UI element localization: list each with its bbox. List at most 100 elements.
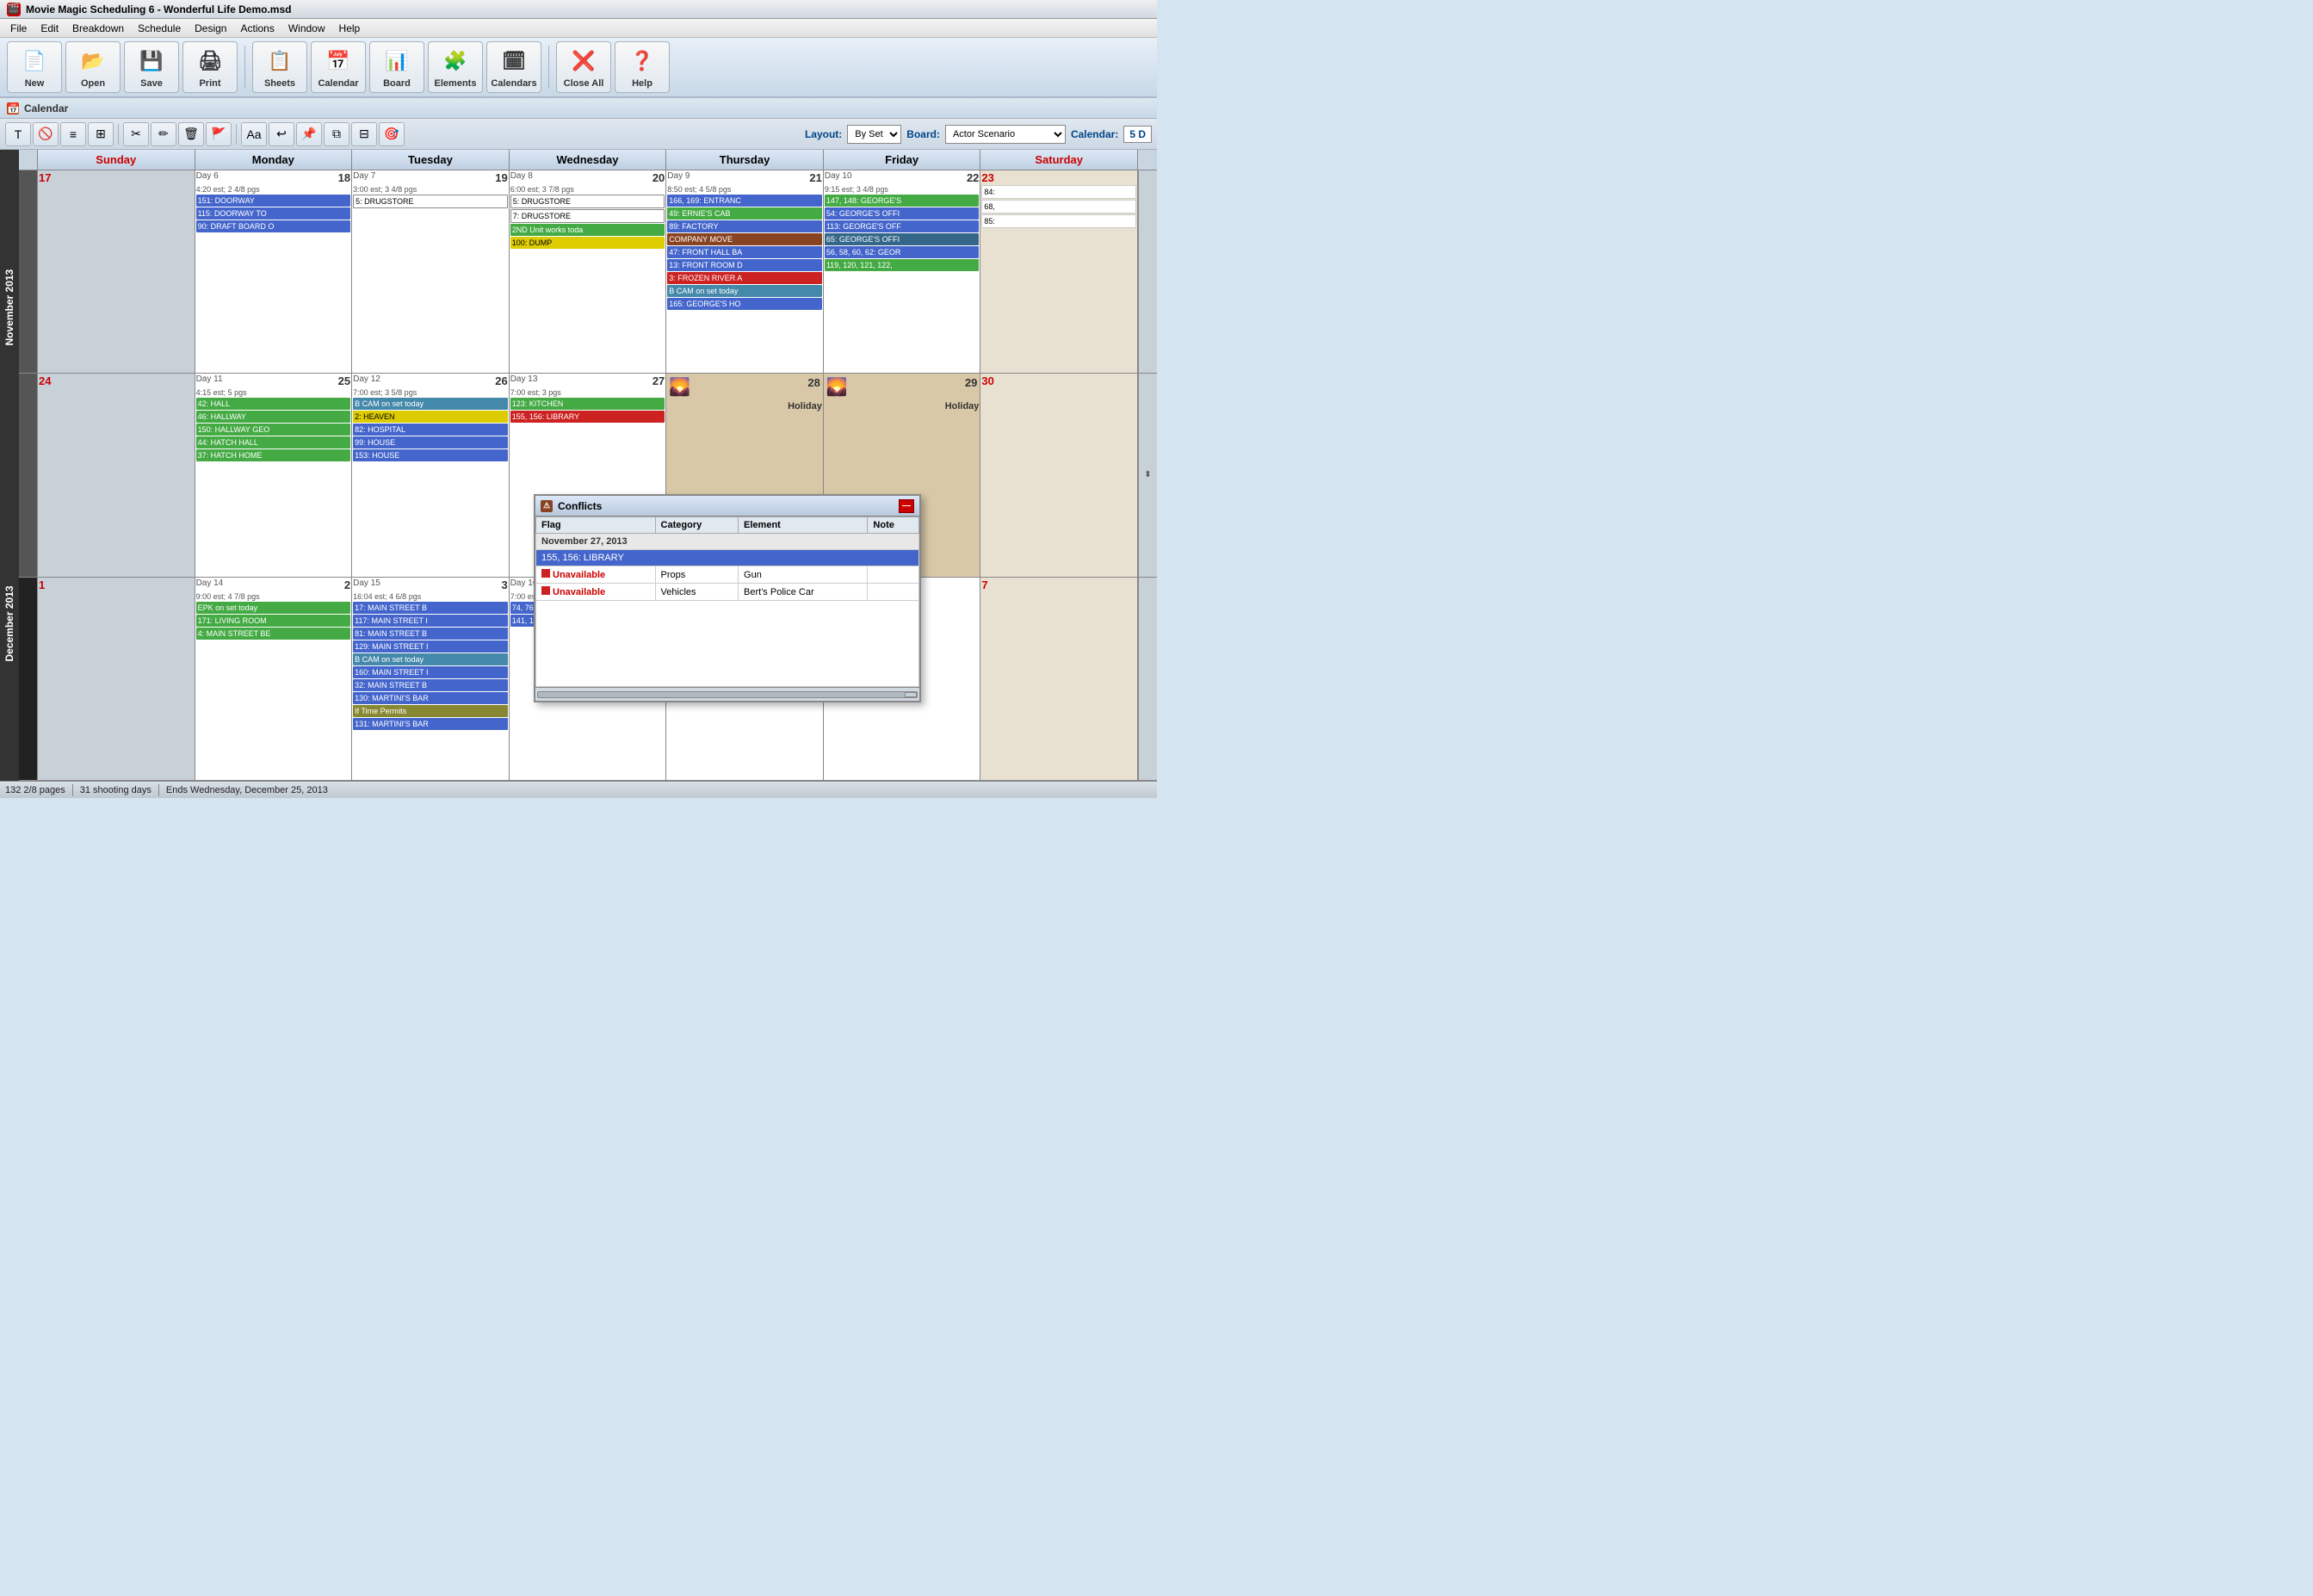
event[interactable]: 3: FROZEN RIVER A <box>667 272 822 284</box>
menu-edit[interactable]: Edit <box>34 21 65 36</box>
day-nov-17[interactable]: 17 <box>38 170 195 373</box>
conflicts-close-button[interactable]: — <box>899 499 914 513</box>
event[interactable]: B CAM on set today <box>667 285 822 297</box>
event[interactable]: 13: FRONT ROOM D <box>667 259 822 271</box>
event[interactable]: 119, 120, 121, 122, <box>825 259 980 271</box>
event[interactable]: 56, 58, 60, 62: GEOR <box>825 246 980 258</box>
event[interactable]: 166, 169: ENTRANC <box>667 195 822 207</box>
event[interactable]: 46: HALLWAY <box>196 411 351 423</box>
event[interactable]: 65: GEORGE'S OFFI <box>825 233 980 245</box>
day-nov-22[interactable]: Day 10 22 9:15 est; 3 4/8 pgs 147, 148: … <box>824 170 981 373</box>
board-button[interactable]: 📊 Board <box>369 41 424 93</box>
event[interactable]: 42: HALL <box>196 398 351 410</box>
conflict-row-2[interactable]: Unavailable Vehicles Bert's Police Car <box>536 584 919 601</box>
event[interactable]: 17: MAIN STREET B <box>353 602 508 614</box>
event[interactable]: 32: MAIN STREET B <box>353 679 508 691</box>
menu-help[interactable]: Help <box>332 21 368 36</box>
event[interactable]: 151: DOORWAY <box>196 195 351 207</box>
help-button[interactable]: ❓ Help <box>615 41 670 93</box>
board-select[interactable]: Actor Scenario <box>945 125 1066 144</box>
day-nov-30[interactable]: 30 <box>980 374 1138 576</box>
event[interactable]: 47: FRONT HALL BA <box>667 246 822 258</box>
menu-window[interactable]: Window <box>281 21 332 36</box>
scissors-button[interactable]: ✂ <box>123 122 149 146</box>
event[interactable]: If Time Permits <box>353 705 508 717</box>
day-nov-21[interactable]: Day 9 21 8:50 est; 4 5/8 pgs 166, 169: E… <box>666 170 824 373</box>
event[interactable]: 147, 148: GEORGE'S <box>825 195 980 207</box>
event[interactable]: 7: DRUGSTORE <box>510 209 665 223</box>
flag-button[interactable]: 🚩 <box>206 122 232 146</box>
event[interactable]: 115: DOORWAY TO <box>196 207 351 220</box>
event[interactable]: 129: MAIN STREET I <box>353 640 508 653</box>
event[interactable]: 155, 156: LIBRARY <box>510 411 665 423</box>
copy-button[interactable]: ⧉ <box>324 122 349 146</box>
save-button[interactable]: 💾 Save <box>124 41 179 93</box>
menu-design[interactable]: Design <box>188 21 233 36</box>
event[interactable]: B CAM on set today <box>353 398 508 410</box>
sort-button[interactable]: Aa <box>241 122 267 146</box>
event[interactable]: 100: DUMP <box>510 237 665 249</box>
day-nov-19[interactable]: Day 7 19 3:00 est; 3 4/8 pgs 5: DRUGSTOR… <box>352 170 510 373</box>
scene-button[interactable]: ≡ <box>60 122 86 146</box>
menu-actions[interactable]: Actions <box>233 21 281 36</box>
conflicts-highlight-row[interactable]: 155, 156: LIBRARY <box>536 550 919 566</box>
layout-select[interactable]: By Set <box>847 125 901 144</box>
event[interactable]: 54: GEORGE'S OFFI <box>825 207 980 220</box>
back-button[interactable]: ↩ <box>269 122 294 146</box>
edit-button[interactable]: ✏ <box>151 122 176 146</box>
delete-button[interactable]: 🗑 <box>178 122 204 146</box>
pin-button[interactable]: 📌 <box>296 122 322 146</box>
event[interactable]: 5: DRUGSTORE <box>510 195 665 208</box>
event[interactable]: COMPANY MOVE <box>667 233 822 245</box>
event[interactable]: B CAM on set today <box>353 653 508 665</box>
event[interactable]: 37: HATCH HOME <box>196 449 351 461</box>
event[interactable]: 5: DRUGSTORE <box>353 195 508 208</box>
event[interactable]: 117: MAIN STREET I <box>353 615 508 627</box>
event[interactable]: 89: FACTORY <box>667 220 822 232</box>
day-nov-26[interactable]: Day 12 26 7:00 est; 3 5/8 pgs B CAM on s… <box>352 374 510 576</box>
no-button[interactable]: 🚫 <box>33 122 59 146</box>
event[interactable]: 49: ERNIE'S CAB <box>667 207 822 220</box>
open-button[interactable]: 📂 Open <box>65 41 121 93</box>
event[interactable]: 90: DRAFT BOARD O <box>196 220 351 232</box>
event[interactable]: 81: MAIN STREET B <box>353 628 508 640</box>
day-nov-18[interactable]: Day 6 18 4:20 est; 2 4/8 pgs 151: DOORWA… <box>195 170 353 373</box>
event[interactable]: 2ND Unit works toda <box>510 224 665 236</box>
target-button[interactable]: 🎯 <box>379 122 405 146</box>
day-dec-7[interactable]: 7 <box>980 578 1138 780</box>
calendar-button[interactable]: 📅 Calendar <box>311 41 366 93</box>
calendars-button[interactable]: 🗓 Calendars <box>486 41 541 93</box>
day-dec-2[interactable]: Day 14 2 9:00 est; 4 7/8 pgs EPK on set … <box>195 578 353 780</box>
breakdown-button[interactable]: ⊞ <box>88 122 114 146</box>
menu-breakdown[interactable]: Breakdown <box>65 21 131 36</box>
day-nov-23[interactable]: 23 84: 68, 85: <box>980 170 1138 373</box>
text-format-button[interactable]: T <box>5 122 31 146</box>
day-dec-1[interactable]: 1 <box>38 578 195 780</box>
event[interactable]: 123: KITCHEN <box>510 398 665 410</box>
sheets-button[interactable]: 📋 Sheets <box>252 41 307 93</box>
event[interactable]: 4: MAIN STREET BE <box>196 628 351 640</box>
new-button[interactable]: 📄 New <box>7 41 62 93</box>
event[interactable]: 171: LIVING ROOM <box>196 615 351 627</box>
elements-button[interactable]: 🧩 Elements <box>428 41 483 93</box>
event[interactable]: 153: HOUSE <box>353 449 508 461</box>
event[interactable]: 165: GEORGE'S HO <box>667 298 822 310</box>
grid-button[interactable]: ⊟ <box>351 122 377 146</box>
event[interactable]: 2: HEAVEN <box>353 411 508 423</box>
event[interactable]: 82: HOSPITAL <box>353 424 508 436</box>
event[interactable]: 113: GEORGE'S OFF <box>825 220 980 232</box>
day-dec-3[interactable]: Day 15 3 16:04 est; 4 6/8 pgs 17: MAIN S… <box>352 578 510 780</box>
day-nov-24[interactable]: 24 <box>38 374 195 576</box>
event[interactable]: 160: MAIN STREET I <box>353 666 508 678</box>
event[interactable]: 131: MARTINI'S BAR <box>353 718 508 730</box>
event[interactable]: 130: MARTINI'S BAR <box>353 692 508 704</box>
day-nov-25[interactable]: Day 11 25 4:15 est; 5 pgs 42: HALL 46: H… <box>195 374 353 576</box>
event[interactable]: EPK on set today <box>196 602 351 614</box>
day-nov-20[interactable]: Day 8 20 6:00 est; 3 7/8 pgs 5: DRUGSTOR… <box>510 170 667 373</box>
event[interactable]: 44: HATCH HALL <box>196 436 351 448</box>
conflict-row-1[interactable]: Unavailable Props Gun <box>536 566 919 584</box>
close-all-button[interactable]: ❌ Close All <box>556 41 611 93</box>
event[interactable]: 99: HOUSE <box>353 436 508 448</box>
conflicts-scrollbar[interactable] <box>535 687 919 701</box>
scroll-arrow[interactable]: ⬍ <box>1144 470 1151 479</box>
